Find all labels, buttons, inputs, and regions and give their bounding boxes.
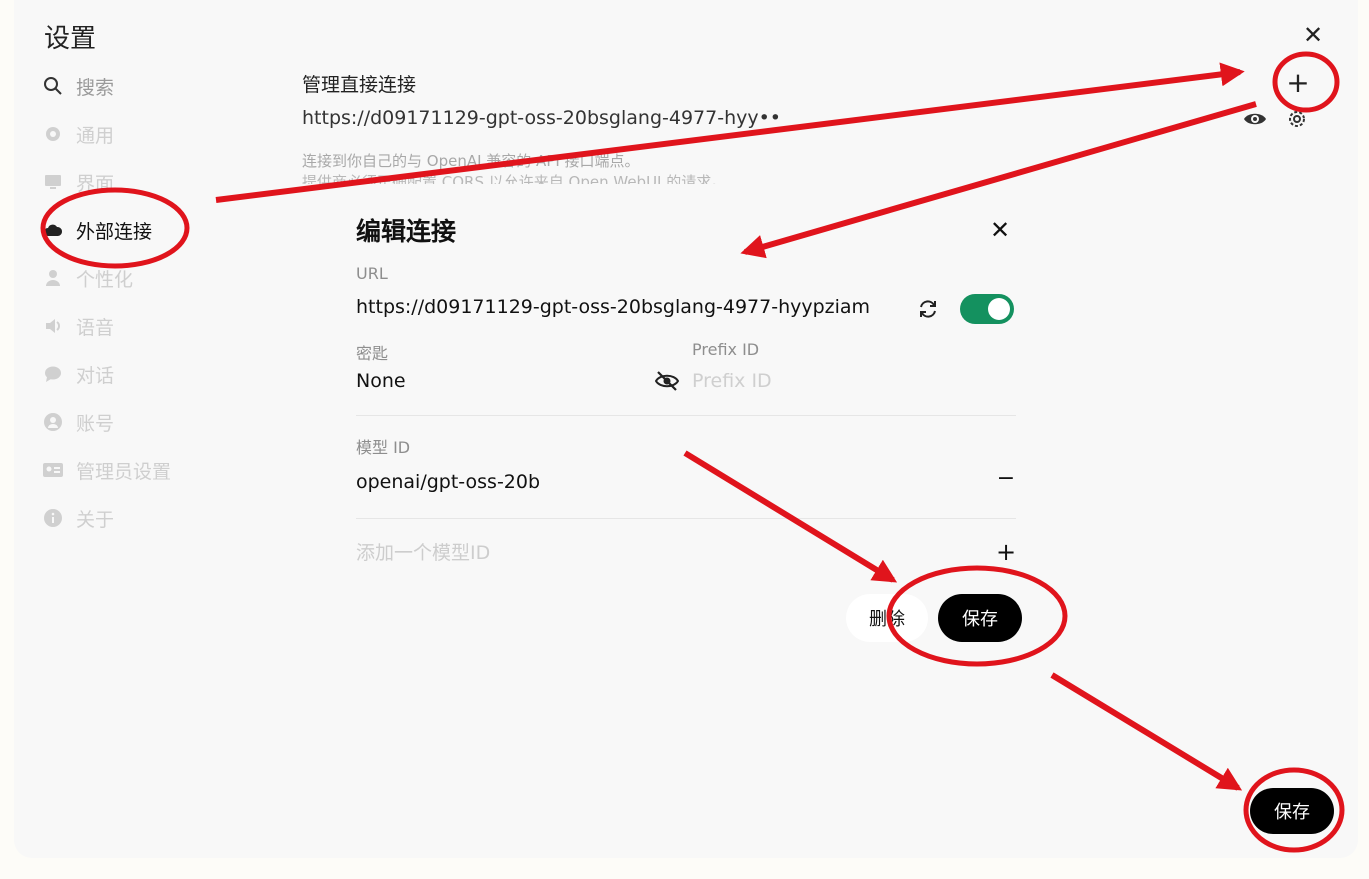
delete-button[interactable]: 删除: [846, 594, 928, 642]
sidebar-item-label: 管理员设置: [76, 460, 172, 483]
prefix-id-input[interactable]: [692, 370, 992, 392]
refresh-icon[interactable]: [917, 298, 939, 324]
sidebar-item-personalization[interactable]: 个性化: [40, 254, 240, 302]
sidebar-item-label: 关于: [76, 508, 115, 531]
direct-connections-title: 管理直接连接: [302, 74, 417, 96]
sidebar-item-label: 通用: [76, 124, 115, 147]
sidebar-item-label: 界面: [76, 172, 115, 195]
account-icon: [40, 412, 66, 432]
sidebar-item-label: 外部连接: [76, 220, 153, 243]
divider: [356, 518, 1016, 519]
eye-icon[interactable]: [1243, 110, 1267, 132]
prefix-id-label: Prefix ID: [692, 340, 760, 359]
add-model-id-input[interactable]: [356, 542, 956, 564]
sidebar-item-chats[interactable]: 对话: [40, 350, 240, 398]
url-label: URL: [356, 264, 388, 283]
key-field[interactable]: None: [356, 370, 406, 392]
chat-icon: [40, 364, 66, 384]
url-field[interactable]: https://d09171129-gpt-oss-20bsglang-4977…: [356, 296, 906, 318]
sidebar-item-admin-settings[interactable]: 管理员设置: [40, 446, 240, 494]
cors-hint: 提供商必须正确配置 CORS 以允许来自 Open WebUI 的请求。: [302, 173, 727, 184]
model-id-item: openai/gpt-oss-20b: [356, 471, 541, 493]
settings-sidebar: 搜索 通用 界面 外部连接 个性化 语音 对话 账号 管理员设置 关于: [40, 62, 240, 542]
sidebar-item-about[interactable]: 关于: [40, 494, 240, 542]
connection-enabled-toggle[interactable]: [960, 294, 1014, 324]
settings-save-button[interactable]: 保存: [1250, 788, 1334, 834]
connection-url: https://d09171129-gpt-oss-20bsglang-4977…: [302, 107, 782, 129]
monitor-icon: [40, 172, 66, 192]
sidebar-item-label: 账号: [76, 412, 115, 435]
settings-title: 设置: [44, 24, 97, 54]
modal-title: 编辑连接: [356, 217, 457, 246]
user-icon: [40, 268, 66, 288]
modal-save-button[interactable]: 保存: [938, 594, 1022, 642]
sidebar-item-label: 对话: [76, 364, 115, 387]
sidebar-item-label: 搜索: [76, 76, 115, 99]
edit-connection-modal: 编辑连接 ✕ URL https://d09171129-gpt-oss-20b…: [320, 190, 1050, 680]
gear-icon: [40, 124, 66, 144]
model-id-label: 模型 ID: [356, 438, 411, 457]
sidebar-item-external-connections[interactable]: 外部连接: [40, 206, 240, 254]
info-icon: [40, 508, 66, 528]
gear-icon[interactable]: [1286, 108, 1308, 134]
connection-hint: 连接到你自己的与 OpenAI 兼容的 API 接口端点。: [302, 152, 640, 170]
close-modal-button[interactable]: ✕: [986, 216, 1014, 244]
sidebar-item-account[interactable]: 账号: [40, 398, 240, 446]
speaker-icon: [40, 316, 66, 336]
add-connection-button[interactable]: +: [1283, 68, 1313, 98]
sidebar-item-audio[interactable]: 语音: [40, 302, 240, 350]
sidebar-item-interface[interactable]: 界面: [40, 158, 240, 206]
divider: [356, 415, 1016, 416]
search-icon: [40, 76, 66, 96]
eye-off-icon[interactable]: [654, 370, 680, 396]
sidebar-item-label: 个性化: [76, 268, 134, 291]
sidebar-item-label: 语音: [76, 316, 115, 339]
sidebar-item-general[interactable]: 通用: [40, 110, 240, 158]
cloud-icon: [40, 220, 66, 240]
close-settings-button[interactable]: ✕: [1300, 22, 1326, 48]
toggle-knob: [988, 298, 1010, 320]
key-label: 密匙: [356, 344, 389, 363]
remove-model-button[interactable]: −: [994, 466, 1018, 491]
id-card-icon: [40, 460, 66, 480]
add-model-button[interactable]: +: [994, 538, 1018, 566]
sidebar-item-search[interactable]: 搜索: [40, 62, 240, 110]
